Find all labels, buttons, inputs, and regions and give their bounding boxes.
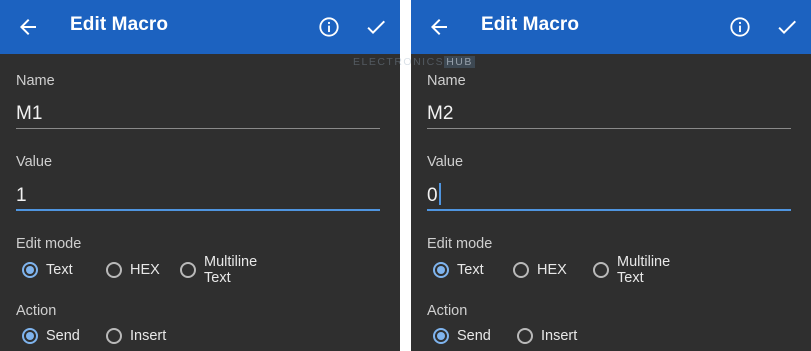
electronics-hub-watermark: ELECTRONICS HUB <box>353 55 475 69</box>
radio-selected-icon <box>433 262 449 278</box>
value-input-underline <box>16 209 380 211</box>
name-input-underline <box>16 128 380 129</box>
edit-mode-option-label: Text <box>457 262 484 278</box>
radio-unselected-icon <box>180 262 196 278</box>
watermark-prefix: ELECTRONICS <box>353 56 445 68</box>
edit-mode-option-text[interactable]: Text <box>433 259 484 281</box>
action-option-label: Insert <box>130 328 167 344</box>
name-input-value: M1 <box>16 103 43 124</box>
radio-unselected-icon <box>106 262 122 278</box>
check-icon[interactable] <box>364 15 388 39</box>
name-label: Name <box>427 73 466 89</box>
watermark-suffix: HUB <box>444 56 475 68</box>
radio-unselected-icon <box>593 262 609 278</box>
edit-mode-option-label: Text <box>46 262 73 278</box>
name-input-value: M2 <box>427 103 454 124</box>
arrow-back-icon[interactable] <box>427 15 451 39</box>
screen-left: Edit Macro Name M1 Value 1 Edit mode Tex… <box>0 0 400 351</box>
action-option-label: Send <box>46 328 80 344</box>
edit-mode-option-label: HEX <box>537 262 567 278</box>
edit-mode-label: Edit mode <box>16 236 82 252</box>
value-input-value: 0 <box>427 185 438 206</box>
edit-mode-option-multiline[interactable]: Multiline Text <box>180 254 257 286</box>
edit-mode-option-multiline[interactable]: Multiline Text <box>593 254 670 286</box>
edit-mode-option-hex[interactable]: HEX <box>106 259 160 281</box>
value-label: Value <box>427 154 464 170</box>
edit-mode-option-text[interactable]: Text <box>22 259 73 281</box>
name-input[interactable]: M2 <box>427 99 791 129</box>
value-input-value: 1 <box>16 185 27 206</box>
action-option-insert[interactable]: Insert <box>106 325 166 347</box>
edit-mode-option-hex[interactable]: HEX <box>513 259 567 281</box>
action-label: Action <box>16 303 57 319</box>
info-icon[interactable] <box>318 16 340 38</box>
page-title: Edit Macro <box>481 14 580 35</box>
page-title: Edit Macro <box>70 14 169 35</box>
name-label: Name <box>16 73 55 89</box>
name-input[interactable]: M1 <box>16 99 380 129</box>
radio-selected-icon <box>433 328 449 344</box>
action-option-insert[interactable]: Insert <box>517 325 577 347</box>
screen-right: Edit Macro Name M2 Value 0 Edit mode Tex… <box>411 0 811 351</box>
radio-unselected-icon <box>513 262 529 278</box>
value-input-underline <box>427 209 791 211</box>
radio-unselected-icon <box>106 328 122 344</box>
action-label: Action <box>427 303 468 319</box>
app-bar: Edit Macro <box>411 0 811 54</box>
action-option-label: Insert <box>541 328 578 344</box>
edit-mode-option-label: Multiline Text <box>617 254 671 286</box>
info-icon[interactable] <box>729 16 751 38</box>
check-icon[interactable] <box>775 15 799 39</box>
edit-mode-label: Edit mode <box>427 236 493 252</box>
value-input[interactable]: 0 <box>427 181 791 211</box>
value-label: Value <box>16 154 53 170</box>
edit-mode-option-label: Multiline Text <box>204 254 258 286</box>
edit-mode-option-label: HEX <box>130 262 160 278</box>
radio-unselected-icon <box>517 328 533 344</box>
action-option-send[interactable]: Send <box>22 325 80 347</box>
action-option-send[interactable]: Send <box>433 325 491 347</box>
action-option-label: Send <box>457 328 491 344</box>
radio-selected-icon <box>22 328 38 344</box>
radio-selected-icon <box>22 262 38 278</box>
app-bar: Edit Macro <box>0 0 400 54</box>
value-input[interactable]: 1 <box>16 181 380 211</box>
text-cursor <box>438 183 441 205</box>
arrow-back-icon[interactable] <box>16 15 40 39</box>
name-input-underline <box>427 128 791 129</box>
